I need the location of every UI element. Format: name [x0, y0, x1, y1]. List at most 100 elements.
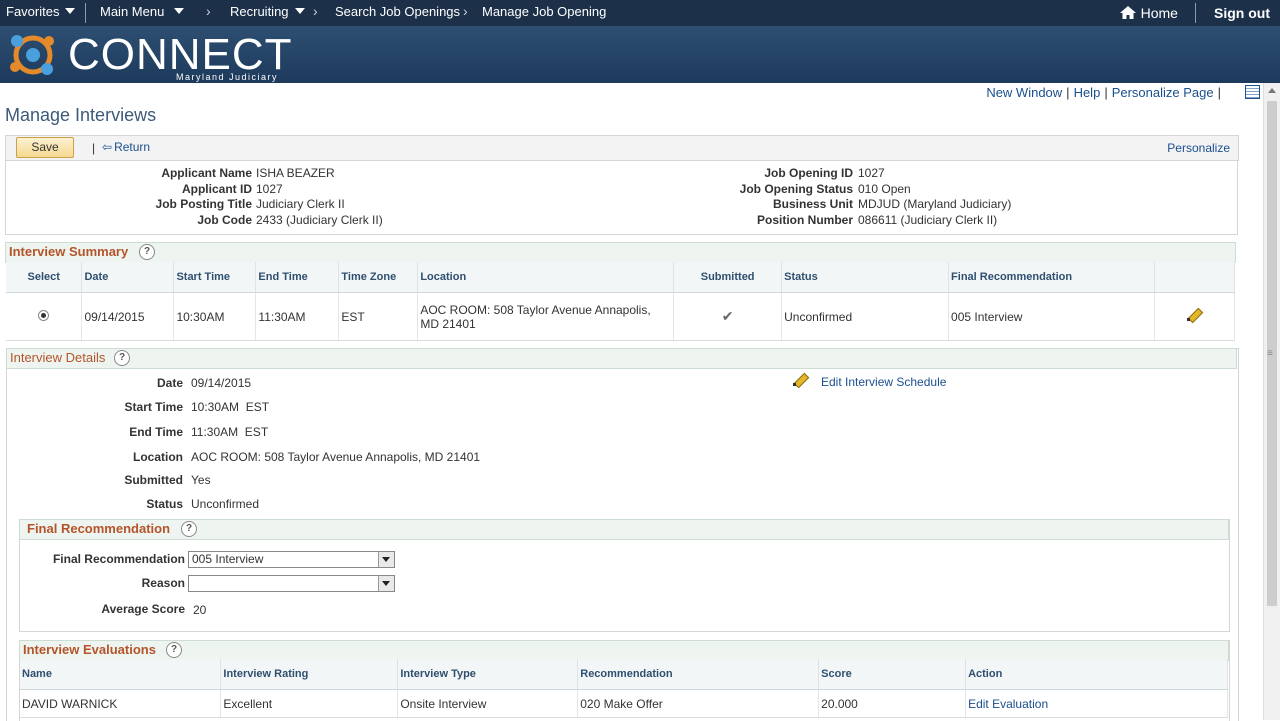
- select-radio[interactable]: [38, 309, 50, 321]
- detail-end-time-value: 11:30AM EST: [191, 425, 269, 439]
- page-title: Manage Interviews: [5, 105, 157, 125]
- position-number-value: 086611 (Judiciary Clerk II): [858, 213, 998, 227]
- breadcrumb-label: Recruiting: [230, 4, 289, 19]
- column-header-interview-type: Interview Type: [397, 659, 579, 690]
- chevron-down-icon[interactable]: [378, 552, 394, 567]
- chevron-down-icon[interactable]: [378, 576, 394, 591]
- final-recommendation-cell: 005 Interview: [948, 292, 1155, 341]
- checkmark-icon: ✔: [721, 308, 734, 324]
- personalize-link[interactable]: Personalize: [1167, 141, 1230, 155]
- new-window-link[interactable]: New Window: [986, 85, 1062, 100]
- page-links: New Window | Help | Personalize Page |: [986, 85, 1225, 100]
- return-label: Return: [114, 140, 151, 154]
- nav-separator: [85, 3, 86, 23]
- action-cell: Edit Evaluation: [965, 689, 1228, 718]
- caret-down-icon: [65, 8, 76, 14]
- edit-pencil-icon[interactable]: [1186, 307, 1202, 323]
- edit-interview-schedule-link[interactable]: Edit Interview Schedule: [821, 375, 946, 389]
- sign-out-button[interactable]: Sign out: [1214, 5, 1270, 21]
- column-header-location: Location: [417, 262, 675, 293]
- submitted-cell: ✔: [673, 292, 783, 341]
- interview-evaluations-title: Interview Evaluations: [23, 642, 156, 657]
- help-link[interactable]: Help: [1074, 85, 1101, 100]
- column-header-end-time: End Time: [255, 262, 340, 293]
- breadcrumb-recruiting[interactable]: Recruiting: [230, 4, 305, 19]
- breadcrumb-search-job-openings[interactable]: Search Job Openings: [335, 4, 460, 19]
- interview-type-cell: Onsite Interview: [397, 689, 579, 718]
- return-link[interactable]: ⇦ Return: [102, 140, 150, 154]
- applicant-id-value: 1027: [256, 182, 283, 196]
- status-cell: Unconfirmed: [781, 292, 950, 341]
- edit-pencil-icon[interactable]: [792, 372, 808, 388]
- home-icon: [1120, 6, 1136, 19]
- detail-end-time-label: End Time: [129, 425, 183, 439]
- location-cell: AOC ROOM: 508 Taylor Avenue Annapolis, M…: [417, 292, 675, 341]
- table-header-row: Select Date Start Time End Time Time Zon…: [6, 262, 1236, 293]
- interview-details-title: Interview Details: [10, 350, 106, 365]
- toolbar-separator: |: [92, 141, 96, 155]
- nav-separator: [1195, 3, 1196, 23]
- vertical-scrollbar[interactable]: ≡: [1263, 83, 1280, 720]
- main-menu-label: Main Menu: [100, 4, 165, 19]
- help-icon[interactable]: ?: [181, 521, 197, 537]
- column-header-time-zone: Time Zone: [338, 262, 419, 293]
- connect-logo-icon: [10, 35, 54, 75]
- breadcrumb-manage-job-opening[interactable]: Manage Job Opening: [482, 4, 606, 19]
- toolbar: Save | ⇦ Return Personalize: [5, 135, 1239, 161]
- logo-subtitle: Maryland Judiciary: [176, 72, 279, 82]
- reason-label: Reason: [141, 576, 185, 590]
- interview-rating-cell: Excellent: [220, 689, 399, 718]
- reason-select[interactable]: [188, 575, 395, 592]
- detail-start-time-value: 10:30AM EST: [191, 400, 270, 414]
- table-header-row: Name Interview Rating Interview Type Rec…: [20, 659, 1228, 690]
- detail-date-label: Date: [156, 376, 183, 390]
- table-row: 09/14/2015 10:30AM 11:30AM EST AOC ROOM:…: [6, 292, 1236, 341]
- detail-status-value: Unconfirmed: [191, 497, 260, 511]
- help-icon[interactable]: ?: [166, 642, 182, 658]
- applicant-id-label: Applicant ID: [181, 182, 252, 196]
- applicant-name-value: ISHA BEAZER: [256, 166, 335, 180]
- scroll-up-icon[interactable]: [1268, 88, 1276, 93]
- main-menu[interactable]: Main Menu: [100, 4, 185, 19]
- help-icon[interactable]: ?: [114, 350, 130, 366]
- help-icon[interactable]: ?: [139, 244, 155, 260]
- interview-summary-header: Interview Summary ?: [5, 242, 1236, 263]
- job-posting-title-value: Judiciary Clerk II: [256, 197, 345, 211]
- job-opening-status-value: 010 Open: [858, 182, 911, 196]
- detail-submitted-label: Submitted: [124, 473, 183, 487]
- personalize-page-link[interactable]: Personalize Page: [1112, 85, 1214, 100]
- edit-cell: [1154, 292, 1236, 341]
- top-nav: Favorites Main Menu › Recruiting › Searc…: [0, 0, 1280, 26]
- column-header-select: Select: [6, 262, 83, 293]
- table-row: DAVID WARNICK Excellent Onsite Interview…: [20, 689, 1228, 718]
- column-header-final-recommendation: Final Recommendation: [948, 262, 1155, 293]
- average-score-value: 20: [193, 603, 207, 617]
- business-unit-label: Business Unit: [772, 197, 853, 211]
- interview-evaluations-header: Interview Evaluations ?: [19, 640, 1229, 661]
- final-recommendation-select[interactable]: 005 Interview: [188, 551, 395, 568]
- detail-location-label: Location: [133, 450, 183, 464]
- home-button[interactable]: Home: [1119, 5, 1178, 21]
- time-zone-cell: EST: [338, 292, 419, 341]
- chevron-right-icon: ›: [463, 3, 468, 19]
- job-opening-id-label: Job Opening ID: [764, 166, 853, 180]
- date-cell: 09/14/2015: [81, 292, 175, 341]
- edit-evaluation-link[interactable]: Edit Evaluation: [968, 697, 1048, 711]
- interview-details-header: Interview Details ?: [6, 348, 1237, 369]
- final-recommendation-header: Final Recommendation ?: [19, 519, 1229, 540]
- list-view-icon[interactable]: [1245, 85, 1260, 99]
- job-code-value: 2433 (Judiciary Clerk II): [256, 213, 383, 227]
- link-separator: |: [1217, 85, 1221, 100]
- final-recommendation-select-value: 005 Interview: [192, 552, 264, 566]
- interview-summary-table: Select Date Start Time End Time Time Zon…: [6, 262, 1236, 341]
- grip-icon: ≡: [1267, 348, 1273, 359]
- evaluator-name-cell: DAVID WARNICK: [20, 689, 222, 718]
- final-recommendation-title: Final Recommendation: [27, 521, 171, 536]
- end-time-cell: 11:30AM: [255, 292, 340, 341]
- interview-evaluations-table: Name Interview Rating Interview Type Rec…: [20, 659, 1228, 718]
- start-time-cell: 10:30AM: [173, 292, 257, 341]
- favorites-menu[interactable]: Favorites: [6, 4, 76, 19]
- column-header-interview-rating: Interview Rating: [220, 659, 399, 690]
- save-button[interactable]: Save: [16, 137, 74, 158]
- column-header-action: Action: [965, 659, 1228, 690]
